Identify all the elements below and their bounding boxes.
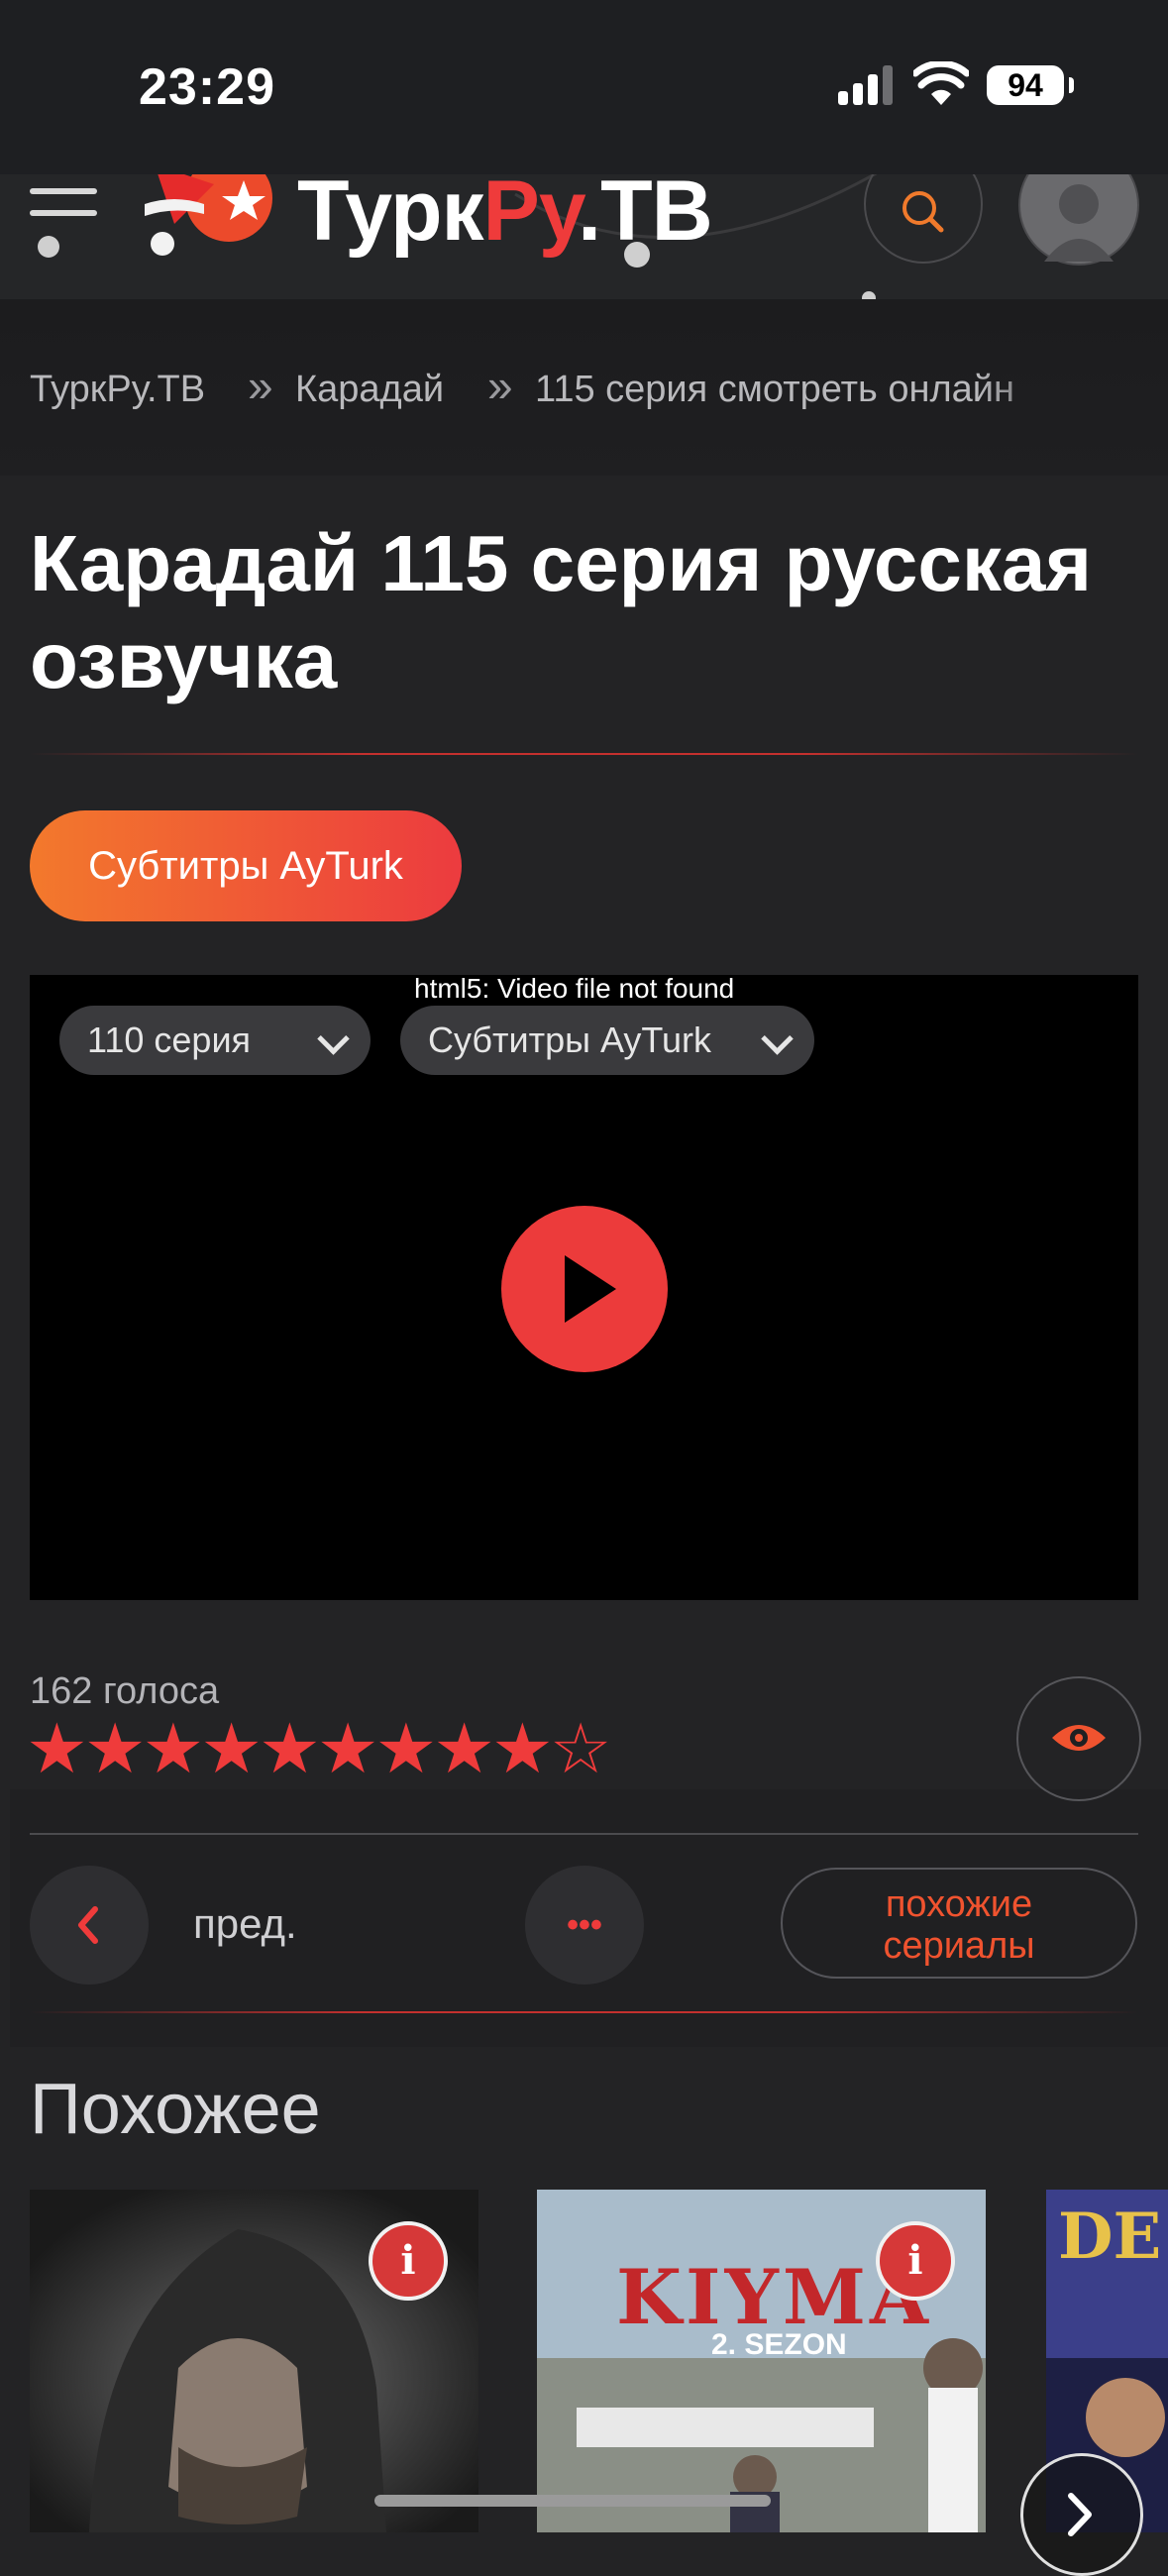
logo-text-part: Турк (297, 174, 484, 259)
watch-toggle-button[interactable] (1016, 1676, 1141, 1801)
snow-dot (38, 236, 59, 258)
poster-season: 2. SEZON (711, 2328, 847, 2361)
divider (30, 1833, 1138, 1835)
cellular-signal-icon (838, 65, 893, 105)
menu-icon (30, 188, 97, 194)
menu-icon-line (30, 210, 97, 216)
related-card[interactable]: KIYMA 2. SEZON i (537, 2190, 986, 2532)
similar-series-label-2: сериалы (883, 1925, 1035, 1967)
logo-icon (145, 174, 272, 256)
info-icon[interactable]: i (369, 2221, 448, 2301)
related-card[interactable]: i (30, 2190, 478, 2532)
site-logo[interactable]: ТуркРу.ТВ (297, 174, 713, 261)
home-indicator[interactable] (374, 2495, 771, 2507)
play-button[interactable] (501, 1206, 668, 1372)
similar-series-label-1: похожие (885, 1883, 1033, 1925)
prev-button[interactable] (30, 1866, 149, 1985)
info-icon[interactable]: i (876, 2221, 955, 2301)
voice-select-value: Субтитры AyTurk (428, 1020, 712, 1060)
divider (30, 753, 1138, 755)
breadcrumb-item-series[interactable]: Карадай (295, 369, 444, 411)
page-title: Карадай 115 серия русская озвучка (30, 519, 1093, 704)
player-error-message: html5: Video file not found (414, 973, 735, 1004)
breadcrumb-separator: » (487, 360, 513, 411)
related-heading: Похожее (30, 2070, 321, 2149)
eye-icon (1052, 1725, 1106, 1751)
breadcrumb-item-current: 115 серия смотреть онлайн (535, 369, 1014, 410)
battery-indicator: 94 (987, 65, 1074, 105)
status-time: 23:29 (139, 58, 275, 116)
breadcrumb-item-home[interactable]: ТуркРу.ТВ (30, 369, 205, 411)
similar-series-button[interactable]: похожие сериалы (781, 1868, 1137, 1979)
divider (30, 2011, 1138, 2013)
chevron-left-icon (78, 1906, 98, 1944)
menu-button[interactable] (30, 174, 99, 234)
poster-title: DE (1058, 2200, 1162, 2274)
logo-text-part: .ТВ (578, 174, 713, 259)
voice-select[interactable]: Субтитры AyTurk (400, 1006, 814, 1075)
episode-select[interactable]: 110 серия (59, 1006, 371, 1075)
breadcrumb-separator: » (248, 360, 273, 411)
wifi-icon (913, 61, 969, 105)
chevron-down-icon (317, 1022, 350, 1055)
search-icon (903, 191, 944, 233)
user-icon (1044, 184, 1114, 262)
subtitles-ayturk-button[interactable]: Субтитры AyTurk (30, 810, 462, 921)
more-episodes-button[interactable]: ••• (525, 1866, 644, 1985)
site-header: ТуркРу.ТВ (0, 174, 1168, 303)
logo-text-accent: Ру (482, 174, 580, 259)
votes-count: 162 голоса (30, 1670, 220, 1712)
rating-stars[interactable]: ★★★★★★★★★☆ (26, 1708, 612, 1789)
carousel-next-button[interactable] (1020, 2453, 1143, 2576)
prev-label[interactable]: пред. (193, 1900, 297, 1948)
episode-select-value: 110 серия (87, 1020, 252, 1060)
chevron-down-icon (761, 1022, 794, 1055)
